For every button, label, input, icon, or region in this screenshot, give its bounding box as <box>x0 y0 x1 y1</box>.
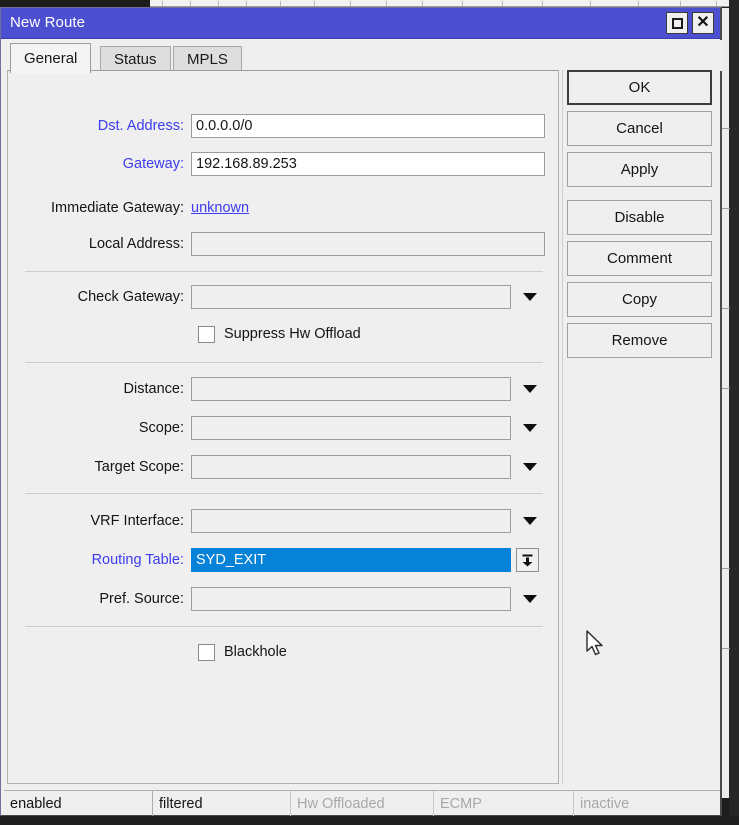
ok-button[interactable]: OK <box>567 70 712 105</box>
background-window-toolbar <box>150 0 739 7</box>
immediate-gateway-label: Immediate Gateway: <box>51 200 184 216</box>
target-scope-dropdown-icon[interactable] <box>519 455 541 479</box>
local-address-label: Local Address: <box>88 236 184 252</box>
pref-source-dropdown-icon[interactable] <box>519 587 541 611</box>
field-row-local-address: Local Address: <box>8 231 560 257</box>
status-hw-offloaded: Hw Offloaded <box>290 791 433 816</box>
suppress-hw-offload-row[interactable]: Suppress Hw Offload <box>198 323 361 345</box>
apply-button[interactable]: Apply <box>567 152 712 187</box>
dialog-button-column: OK Cancel Apply Disable Comment Copy Rem… <box>567 70 715 364</box>
distance-label: Distance: <box>123 381 184 397</box>
tab-mpls[interactable]: MPLS <box>173 46 242 72</box>
gateway-input[interactable]: 192.168.89.253 <box>191 152 545 176</box>
distance-dropdown-icon[interactable] <box>519 377 541 401</box>
routing-table-picker-icon[interactable] <box>516 548 539 572</box>
scope-input[interactable] <box>191 416 511 440</box>
disable-button[interactable]: Disable <box>567 200 712 235</box>
dst-address-input[interactable]: 0.0.0.0/0 <box>191 114 545 138</box>
status-filtered: filtered <box>152 791 290 816</box>
blackhole-checkbox[interactable] <box>198 643 215 661</box>
local-address-input[interactable] <box>191 232 545 256</box>
vrf-interface-input[interactable] <box>191 509 511 533</box>
close-icon[interactable]: ✕ <box>692 12 714 34</box>
scope-label: Scope: <box>138 420 184 436</box>
target-scope-label: Target Scope: <box>94 459 184 475</box>
field-row-target-scope: Target Scope: <box>8 454 560 480</box>
close-glyph: ✕ <box>696 14 710 31</box>
routing-table-label: Routing Table: <box>91 552 184 568</box>
background-right-edge <box>729 0 739 825</box>
vrf-interface-dropdown-icon[interactable] <box>519 509 541 533</box>
status-inactive: inactive <box>573 791 720 816</box>
field-row-vrf-interface: VRF Interface: <box>8 508 560 534</box>
tab-general[interactable]: General <box>10 43 92 73</box>
status-bar: enabled filtered Hw Offloaded ECMP inact… <box>4 790 720 816</box>
pref-source-label: Pref. Source: <box>99 591 184 607</box>
field-row-dst-address: Dst. Address: 0.0.0.0/0 <box>8 113 560 139</box>
background-window-edge <box>721 8 730 798</box>
distance-input[interactable] <box>191 377 511 401</box>
divider <box>25 362 543 363</box>
target-scope-input[interactable] <box>191 455 511 479</box>
dialog-title: New Route <box>10 14 86 31</box>
desktop-background: New Route ✕ General Status MPLS Dst. Add… <box>0 0 739 825</box>
field-row-gateway: Gateway: 192.168.89.253 <box>8 151 560 177</box>
divider <box>25 626 543 627</box>
tab-strip: General Status MPLS <box>1 40 723 73</box>
check-gateway-input[interactable] <box>191 285 511 309</box>
pref-source-input[interactable] <box>191 587 511 611</box>
field-row-pref-source: Pref. Source: <box>8 586 560 612</box>
status-ecmp: ECMP <box>433 791 573 816</box>
field-row-distance: Distance: <box>8 376 560 402</box>
panel-divider <box>562 70 563 784</box>
blackhole-row[interactable]: Blackhole <box>198 641 287 663</box>
comment-button[interactable]: Comment <box>567 241 712 276</box>
status-enabled: enabled <box>10 795 62 812</box>
restore-icon[interactable] <box>666 12 688 34</box>
copy-button[interactable]: Copy <box>567 282 712 317</box>
suppress-hw-offload-label: Suppress Hw Offload <box>224 326 361 342</box>
new-route-dialog: New Route ✕ General Status MPLS Dst. Add… <box>0 7 723 817</box>
field-row-check-gateway: Check Gateway: <box>8 284 560 310</box>
field-row-immediate-gateway: Immediate Gateway: unknown <box>8 195 560 221</box>
divider <box>25 271 543 272</box>
divider <box>25 493 543 494</box>
restore-glyph <box>671 17 683 29</box>
remove-button[interactable]: Remove <box>567 323 712 358</box>
general-tab-panel: Dst. Address: 0.0.0.0/0 Gateway: 192.168… <box>7 70 559 784</box>
suppress-hw-offload-checkbox[interactable] <box>198 325 215 343</box>
dialog-titlebar[interactable]: New Route ✕ <box>1 8 720 39</box>
scope-dropdown-icon[interactable] <box>519 416 541 440</box>
tab-general-label: General <box>24 50 78 67</box>
tab-status-label: Status <box>114 51 157 68</box>
screen-bottom-edge <box>0 816 739 825</box>
check-gateway-dropdown-icon[interactable] <box>519 285 541 309</box>
cancel-button[interactable]: Cancel <box>567 111 712 146</box>
check-gateway-label: Check Gateway: <box>77 289 184 305</box>
vrf-interface-label: VRF Interface: <box>90 513 184 529</box>
gateway-label: Gateway: <box>122 156 184 172</box>
blackhole-label: Blackhole <box>224 644 287 660</box>
dst-address-label: Dst. Address: <box>97 118 184 134</box>
routing-table-input[interactable]: SYD_EXIT <box>191 548 511 572</box>
tab-mpls-label: MPLS <box>187 51 228 68</box>
immediate-gateway-link[interactable]: unknown <box>191 200 249 216</box>
tab-status[interactable]: Status <box>100 46 171 72</box>
field-row-routing-table: Routing Table: SYD_EXIT <box>8 547 560 573</box>
field-row-scope: Scope: <box>8 415 560 441</box>
